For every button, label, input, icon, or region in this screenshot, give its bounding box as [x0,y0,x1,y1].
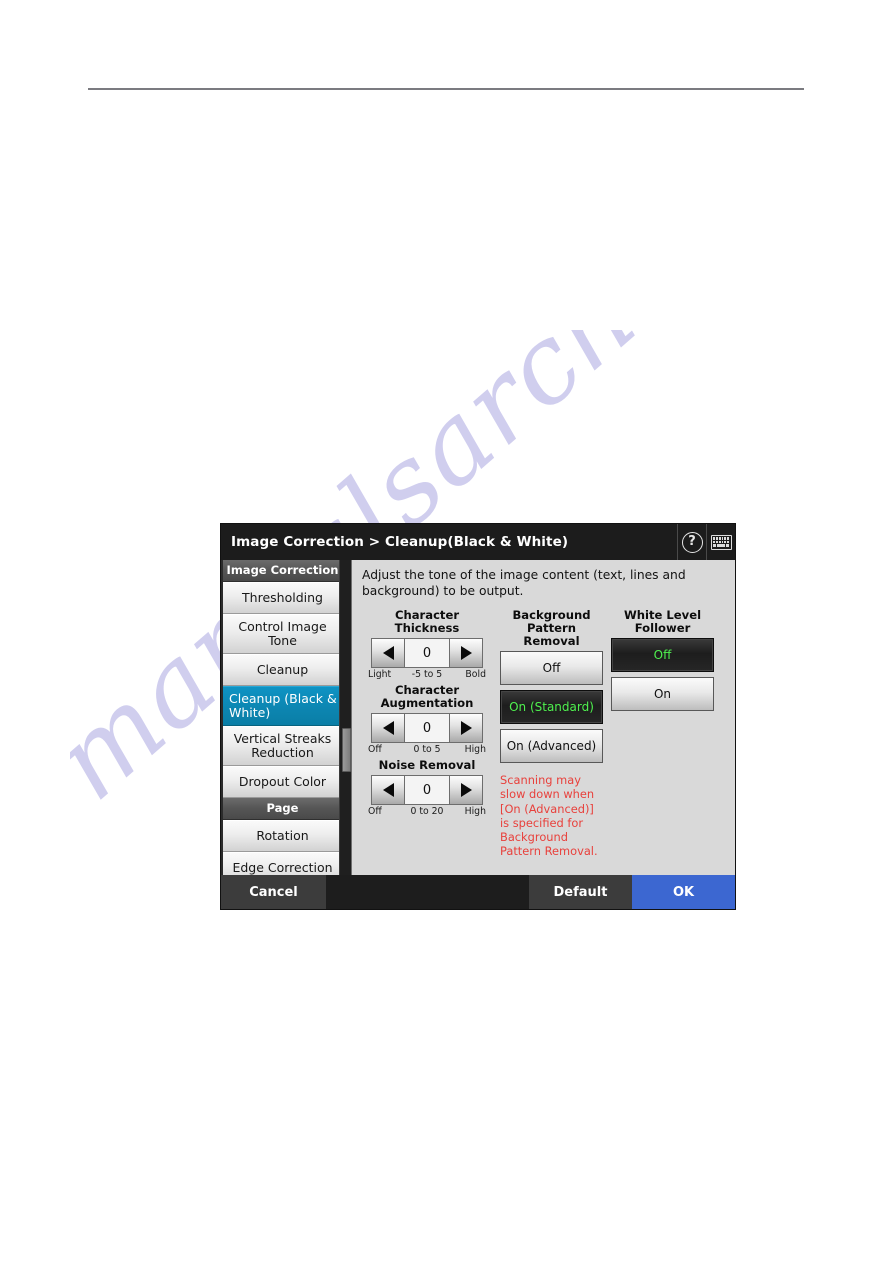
sidebar-section-page: Page [223,798,342,820]
dialog-titlebar: Image Correction > Cleanup(Black & White… [221,524,735,560]
background-pattern-removal-group: Background Pattern Removal Off On (Stand… [500,609,603,858]
character-thickness-legend: Light -5 to 5 Bold [368,669,486,680]
white-level-follower-label: White Level Follower [623,608,702,636]
sidebar-section-image-correction: Image Correction [223,560,342,582]
triangle-left-icon [382,721,394,736]
footer-spacer [326,875,529,909]
default-button[interactable]: Default [529,875,632,909]
character-thickness-legend-left: Light [368,669,392,681]
dialog-body: Image Correction Thresholding Control Im… [221,560,735,875]
wlf-option-off[interactable]: Off [611,638,714,673]
noise-removal-increment-button[interactable] [449,776,482,805]
spinner-column: Character Thickness 0 Light -5 to 5 Bold [362,609,492,821]
character-augmentation-value: 0 [405,714,449,743]
triangle-left-icon [382,783,394,798]
character-thickness-value: 0 [405,639,449,668]
character-augmentation-label: Character Augmentation [380,683,474,711]
settings-panel: Adjust the tone of the image content (te… [351,560,735,875]
sidebar-item-cleanup[interactable]: Cleanup [223,654,342,686]
ok-button[interactable]: OK [632,875,735,909]
background-pattern-removal-warning: Scanning may slow down when [On (Advance… [500,773,598,859]
character-augmentation-increment-button[interactable] [449,714,482,743]
character-augmentation-stepper[interactable]: 0 [371,713,483,744]
noise-removal-label: Noise Removal [378,758,476,773]
breadcrumb: Image Correction > Cleanup(Black & White… [231,534,569,550]
triangle-right-icon [460,646,472,661]
dialog-footer: Cancel Default OK [221,875,735,909]
sidebar-item-edge-correction[interactable]: Edge Correction [223,852,342,875]
keyboard-button[interactable] [706,524,735,560]
character-thickness-label: Character Thickness [394,608,460,636]
sidebar-item-rotation[interactable]: Rotation [223,820,342,852]
bpr-option-off[interactable]: Off [500,651,603,686]
noise-removal-legend-range: 0 to 20 [410,806,444,818]
character-thickness-increment-button[interactable] [449,639,482,668]
character-thickness-stepper[interactable]: 0 [371,638,483,669]
sidebar-scrollbar-thumb[interactable] [342,728,351,772]
sidebar: Image Correction Thresholding Control Im… [221,560,351,875]
sidebar-item-dropout-color[interactable]: Dropout Color [223,766,342,798]
noise-removal-legend-right: High [464,806,486,818]
character-augmentation-decrement-button[interactable] [372,714,405,743]
wlf-option-on[interactable]: On [611,677,714,712]
sidebar-scrollbar[interactable] [339,560,351,875]
panel-description: Adjust the tone of the image content (te… [362,568,686,598]
bpr-option-on-advanced[interactable]: On (Advanced) [500,729,603,764]
help-circle-icon: ? [681,531,703,553]
settings-columns: Character Thickness 0 Light -5 to 5 Bold [362,609,725,858]
character-augmentation-legend-range: 0 to 5 [413,744,441,756]
noise-removal-value: 0 [405,776,449,805]
character-augmentation-legend: Off 0 to 5 High [368,744,486,755]
keyboard-icon [710,534,732,550]
cancel-button[interactable]: Cancel [221,875,326,909]
white-level-follower-group: White Level Follower Off On [611,609,714,716]
triangle-right-icon [460,783,472,798]
character-thickness-legend-right: Bold [465,669,486,681]
character-augmentation-group: Character Augmentation 0 Off 0 to 5 High [362,684,492,755]
noise-removal-decrement-button[interactable] [372,776,405,805]
noise-removal-legend: Off 0 to 20 High [368,806,486,817]
character-thickness-legend-range: -5 to 5 [411,669,443,681]
character-augmentation-legend-left: Off [368,744,382,756]
triangle-right-icon [460,721,472,736]
settings-dialog: Image Correction > Cleanup(Black & White… [221,524,735,909]
sidebar-item-cleanup-black-and-white[interactable]: Cleanup (Black & White) [223,686,342,726]
help-button[interactable]: ? [677,524,706,560]
bpr-option-on-standard[interactable]: On (Standard) [500,690,603,725]
character-thickness-group: Character Thickness 0 Light -5 to 5 Bold [362,609,492,680]
noise-removal-group: Noise Removal 0 Off 0 to 20 High [362,759,492,817]
character-thickness-decrement-button[interactable] [372,639,405,668]
character-augmentation-legend-right: High [464,744,486,756]
sidebar-list: Image Correction Thresholding Control Im… [223,560,342,875]
sidebar-item-vertical-streaks-reduction[interactable]: Vertical Streaks Reduction [223,726,342,766]
sidebar-item-control-image-tone[interactable]: Control Image Tone [223,614,342,654]
titlebar-icon-group: ? [677,524,735,560]
noise-removal-stepper[interactable]: 0 [371,775,483,806]
page-header-rule [88,88,804,90]
sidebar-item-thresholding[interactable]: Thresholding [223,582,342,614]
noise-removal-legend-left: Off [368,806,382,818]
triangle-left-icon [382,646,394,661]
background-pattern-removal-label: Background Pattern Removal [512,608,591,649]
